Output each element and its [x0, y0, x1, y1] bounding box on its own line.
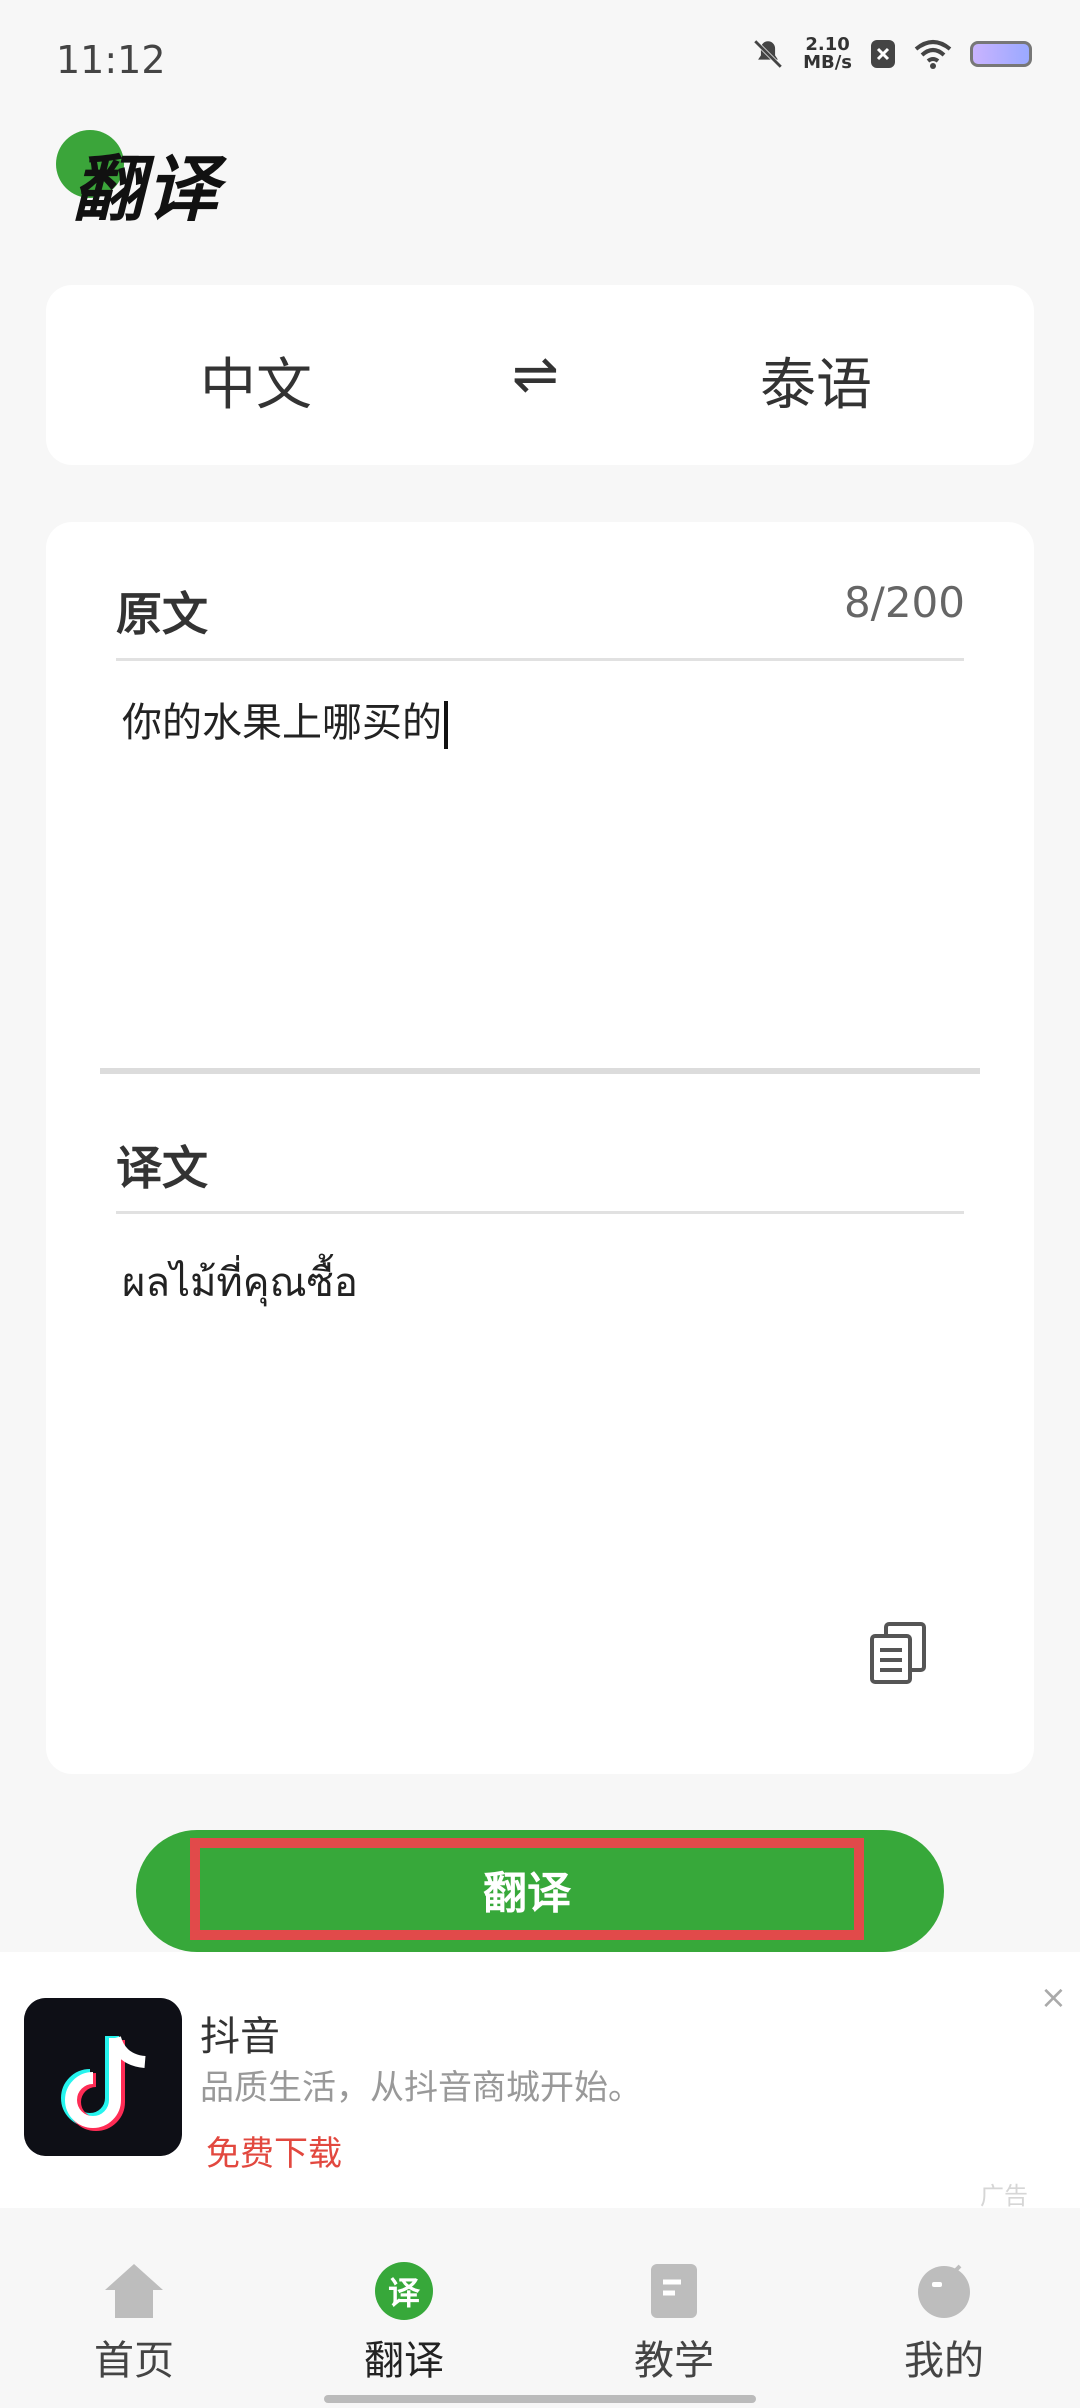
page-title: 翻译: [72, 147, 221, 231]
network-speed: 2.10 MB/s: [803, 34, 852, 73]
source-label: 原文: [116, 587, 208, 641]
nav-label: 我的: [904, 2338, 984, 2384]
nav-label: 首页: [94, 2338, 174, 2384]
nav-item-translate[interactable]: 译 翻译: [324, 2262, 484, 2386]
swap-languages-icon[interactable]: ⇌: [512, 342, 559, 407]
divider: [116, 658, 964, 661]
copy-icon[interactable]: [868, 1622, 928, 1684]
ad-title[interactable]: 抖音: [200, 2004, 280, 2062]
text-caret: [444, 701, 448, 749]
ad-description: 品质生活，从抖音商城开始。: [200, 2068, 642, 2108]
bell-off-icon: [753, 39, 783, 69]
section-divider: [100, 1068, 980, 1074]
divider: [116, 1211, 964, 1214]
nav-item-teaching[interactable]: 教学: [594, 2262, 754, 2386]
nav-label: 翻译: [364, 2338, 444, 2384]
book-icon: [651, 2264, 697, 2318]
close-badge-icon: [871, 40, 895, 68]
douyin-logo-icon[interactable]: [24, 1998, 182, 2156]
translate-button[interactable]: 翻译: [190, 1838, 864, 1940]
battery-icon: [970, 41, 1032, 67]
source-language-button[interactable]: 中文: [200, 340, 312, 421]
home-indicator[interactable]: [324, 2395, 756, 2403]
profile-icon: [918, 2264, 970, 2318]
result-text: ผลไม้ที่คุณซื้อ: [122, 1260, 358, 1306]
status-icons: 2.10 MB/s: [751, 36, 1032, 72]
nav-item-profile[interactable]: 我的: [864, 2262, 1024, 2386]
wifi-icon: [914, 40, 952, 69]
translate-icon: 译: [375, 2262, 433, 2320]
ad-tag: 广告: [980, 2182, 1028, 2210]
nav-item-home[interactable]: 首页: [54, 2262, 214, 2386]
ad-download-link[interactable]: 免费下载: [206, 2126, 342, 2175]
home-icon: [105, 2264, 163, 2318]
status-time: 11:12: [56, 38, 166, 82]
source-text-input[interactable]: 你的水果上哪买的: [122, 690, 448, 749]
char-count: 8/200: [843, 578, 965, 627]
ad-close-icon[interactable]: ×: [1040, 1978, 1067, 2016]
nav-label: 教学: [634, 2338, 714, 2384]
target-language-button[interactable]: 泰语: [760, 340, 872, 421]
result-label: 译文: [116, 1141, 208, 1195]
